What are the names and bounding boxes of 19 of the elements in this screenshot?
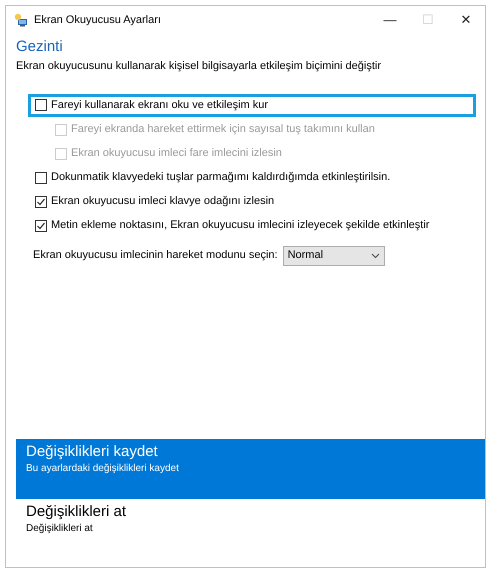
checkbox-label[interactable]: Dokunmatik klavyedeki tuşlar parmağımı kaldırdığımda etkinleştirilsin. [51,169,390,186]
mode-dropdown[interactable]: Normal [282,246,385,266]
section-description: Ekran okuyucusunu kullanarak kişisel bilgisayarla etkileşim biçimini değiştir [16,59,382,74]
mode-label: Ekran okuyucusu imlecinin hareket modunu seçin: [33,248,278,264]
checkbox[interactable] [35,196,47,208]
checkbox-label[interactable]: Ekran okuyucusu imleci klavye odağını izlesin [51,193,274,210]
section-heading: Gezinti [16,38,64,56]
checkbox[interactable] [35,172,47,184]
checkbox-label[interactable]: Metin ekleme noktasını, Ekran okuyucusu imlecini izleyecek şekilde etkinleştir [51,217,430,234]
chevron-down-icon [370,252,380,258]
command-link[interactable]: Değişiklikleri at Değişiklikleri at [16,499,485,559]
close-button[interactable]: ✕ [447,10,485,30]
app-icon [14,13,28,27]
window-title: Ekran Okuyucusu Ayarları [34,12,161,28]
checkbox[interactable] [35,220,47,232]
checkbox-label[interactable]: Fareyi kullanarak ekranı oku ve etkileşim kur [51,96,268,114]
minimize-button[interactable]: — [371,10,409,30]
command-link[interactable]: Değişiklikleri kaydet Bu ayarlardaki değişiklikleri kaydet [16,439,485,499]
checkbox[interactable] [35,99,47,111]
